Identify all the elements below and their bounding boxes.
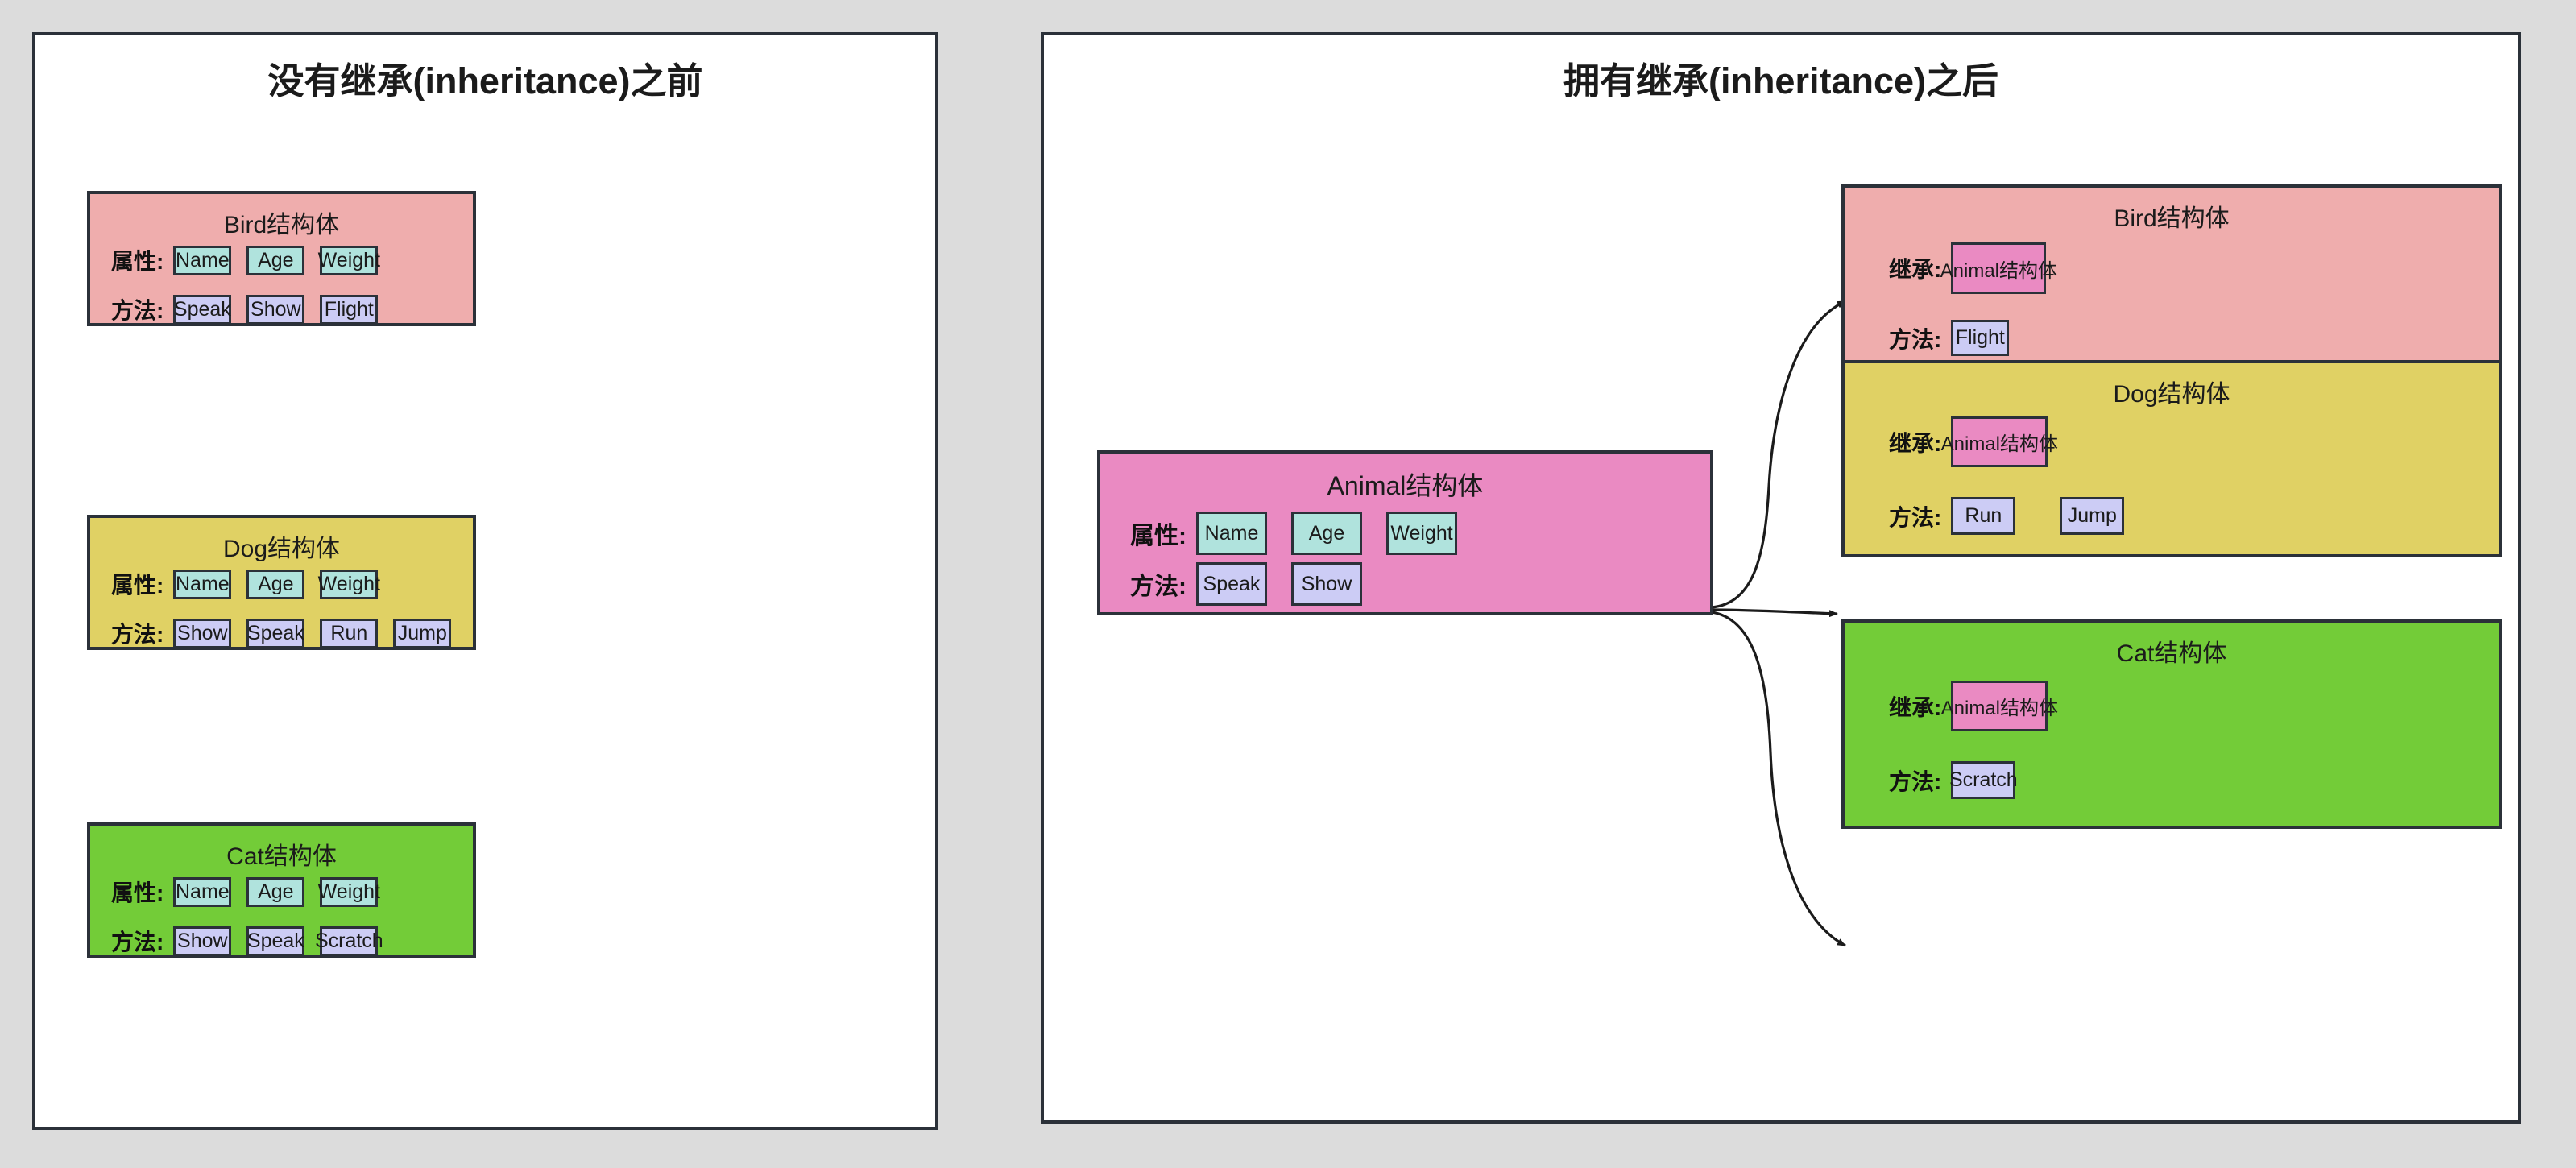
method-chip[interactable]: Speak	[173, 294, 232, 325]
inherited-struct-chip[interactable]: Animal结构体	[1941, 416, 2058, 467]
inherit-row: 继承: Animal结构体	[1889, 416, 2058, 467]
struct-title: Dog结构体	[222, 536, 341, 562]
struct-animal-base: Animal结构体 属性: Name Age Weight 方法: Speak …	[1097, 450, 1713, 615]
method-chip[interactable]: Speak	[1196, 562, 1267, 606]
struct-dog-after: Dog结构体 继承: Animal结构体 方法: Run Jump	[1841, 360, 2502, 557]
inherit-label: 继承:	[1889, 694, 1942, 720]
attributes-label: 属性:	[111, 573, 164, 598]
methods-row: 方法: Speak Show	[1130, 562, 1362, 606]
struct-bird-after: Bird结构体 继承: Animal结构体 方法: Flight	[1841, 184, 2502, 388]
methods-row: 方法: Scratch	[1889, 761, 2018, 799]
methods-label: 方法:	[1889, 326, 1942, 352]
attribute-chip[interactable]: Age	[246, 245, 305, 275]
diagram-canvas: 没有继承(inheritance)之前 Bird结构体 属性: Name Age…	[0, 0, 2576, 1168]
method-chip[interactable]: Jump	[393, 618, 452, 648]
method-chip[interactable]: Speak	[246, 926, 305, 956]
attributes-row: 属性: Name Age Weight	[1130, 512, 1457, 555]
attribute-chip[interactable]: Name	[173, 876, 232, 907]
struct-title: Cat结构体	[226, 843, 337, 870]
attributes-row: 属性: Name Age Weight	[111, 244, 380, 276]
methods-label: 方法:	[1130, 574, 1187, 600]
methods-label: 方法:	[111, 930, 164, 955]
attribute-chip[interactable]: Weight	[318, 245, 380, 275]
attributes-label: 属性:	[1130, 523, 1187, 549]
method-chip[interactable]: Scratch	[1949, 761, 2018, 799]
method-chip[interactable]: Speak	[246, 618, 305, 648]
attribute-chip[interactable]: Age	[1291, 512, 1362, 555]
methods-row: 方法: Run Jump	[1889, 497, 2125, 535]
attribute-chip[interactable]: Age	[246, 876, 305, 907]
struct-dog-before: Dog结构体 属性: Name Age Weight 方法: Show Spea…	[87, 515, 476, 650]
struct-cat-after: Cat结构体 继承: Animal结构体 方法: Scratch	[1841, 619, 2502, 829]
methods-row: 方法: Show Speak Run Jump	[111, 617, 452, 649]
methods-label: 方法:	[111, 622, 164, 647]
arrow-to-bird	[1711, 300, 1846, 609]
methods-row: 方法: Flight	[1889, 320, 2010, 356]
methods-label: 方法:	[111, 298, 164, 323]
inherit-row: 继承: Animal结构体	[1889, 681, 2058, 731]
inherited-struct-chip[interactable]: Animal结构体	[1941, 681, 2058, 731]
struct-cat-before: Cat结构体 属性: Name Age Weight 方法: Show Spea…	[87, 822, 476, 958]
method-chip[interactable]: Show	[246, 294, 305, 325]
inherit-label: 继承:	[1889, 430, 1942, 456]
attribute-chip[interactable]: Name	[1196, 512, 1267, 555]
attributes-label: 属性:	[111, 880, 164, 905]
inherit-row: 继承: Animal结构体	[1889, 242, 2057, 294]
struct-title: Animal结构体	[1327, 471, 1484, 500]
panel-before-inheritance: 没有继承(inheritance)之前 Bird结构体 属性: Name Age…	[32, 32, 938, 1130]
attribute-chip[interactable]: Weight	[1386, 512, 1457, 555]
method-chip[interactable]: Flight	[1951, 320, 2010, 356]
panel-after-inheritance: 拥有继承(inheritance)之后 Animal结构体 属性: Name A…	[1041, 32, 2521, 1124]
attributes-label: 属性:	[111, 249, 164, 274]
struct-title: Cat结构体	[2116, 640, 2227, 667]
method-chip[interactable]: Show	[1291, 562, 1362, 606]
methods-row: 方法: Show Speak Scratch	[111, 925, 383, 957]
arrow-to-cat	[1711, 611, 1846, 947]
inherit-label: 继承:	[1889, 257, 1942, 282]
inherited-struct-chip[interactable]: Animal结构体	[1940, 242, 2057, 294]
method-chip[interactable]: Run	[1951, 497, 2016, 535]
attribute-chip[interactable]: Weight	[318, 876, 380, 907]
panel-left-title: 没有继承(inheritance)之前	[267, 60, 703, 101]
struct-bird-before: Bird结构体 属性: Name Age Weight 方法: Speak Sh…	[87, 191, 476, 326]
method-chip[interactable]: Jump	[2060, 497, 2125, 535]
struct-title: Bird结构体	[223, 212, 340, 238]
method-chip[interactable]: Scratch	[315, 926, 383, 956]
attribute-chip[interactable]: Name	[173, 569, 232, 599]
methods-label: 方法:	[1889, 504, 1942, 530]
methods-row: 方法: Speak Show Flight	[111, 293, 379, 325]
attribute-chip[interactable]: Weight	[318, 569, 380, 599]
arrow-to-dog	[1711, 608, 1838, 618]
method-chip[interactable]: Show	[173, 618, 232, 648]
methods-label: 方法:	[1889, 768, 1942, 794]
method-chip[interactable]: Run	[320, 618, 379, 648]
attribute-chip[interactable]: Age	[246, 569, 305, 599]
attributes-row: 属性: Name Age Weight	[111, 876, 380, 908]
struct-title: Dog结构体	[2113, 381, 2230, 408]
attribute-chip[interactable]: Name	[173, 245, 232, 275]
method-chip[interactable]: Show	[173, 926, 232, 956]
panel-right-title: 拥有继承(inheritance)之后	[1563, 60, 1999, 101]
method-chip[interactable]: Flight	[320, 294, 379, 325]
struct-title: Bird结构体	[2114, 205, 2230, 232]
attributes-row: 属性: Name Age Weight	[111, 568, 380, 600]
